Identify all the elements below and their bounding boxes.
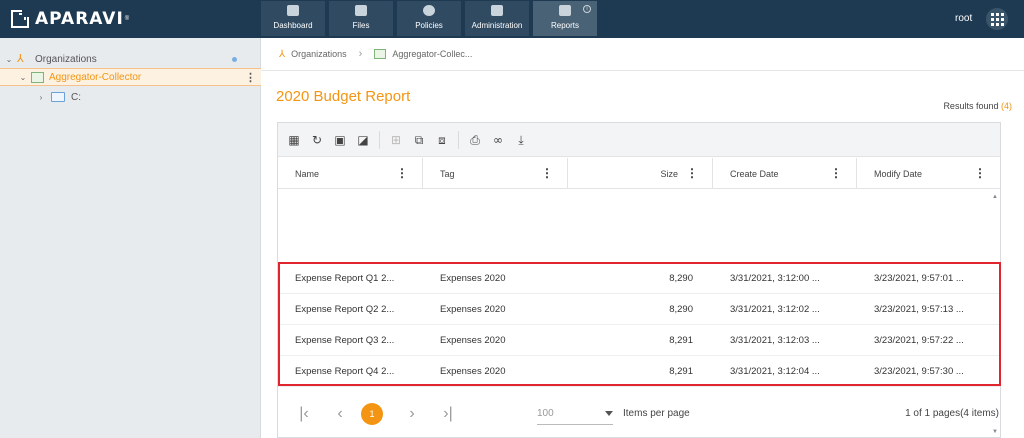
tab-label: Administration — [471, 21, 523, 30]
table-header: Name ⋮ Tag ⋮ Size ⋮ Create Date ⋮ Modify… — [278, 158, 1000, 189]
column-header-size[interactable]: Size ⋮ — [568, 158, 713, 189]
dashboard-icon — [287, 5, 299, 16]
column-menu-icon[interactable]: ⋮ — [541, 167, 553, 179]
tab-reports[interactable]: Reports i — [533, 1, 597, 36]
tab-dashboard[interactable]: Dashboard — [261, 1, 325, 36]
column-menu-icon[interactable]: ⋮ — [686, 167, 698, 179]
aggregator-icon — [31, 71, 44, 83]
print-icon[interactable]: ⎙ — [468, 133, 482, 147]
more-options-icon[interactable]: ⋮ — [245, 71, 256, 84]
first-page-icon[interactable]: |‹ — [297, 405, 311, 423]
column-header-modify-date[interactable]: Modify Date ⋮ — [857, 158, 1000, 189]
tree-item-label: Aggregator-Collector — [49, 71, 142, 83]
items-per-page-value: 100 — [537, 407, 554, 419]
toolbar-divider — [458, 130, 459, 149]
toolbar-divider — [379, 130, 380, 149]
page-info: 1 of 1 pages(4 items) — [905, 408, 999, 419]
breadcrumb: ⅄ Organizations › Aggregator-Collec... — [261, 38, 1024, 71]
page-title: 2020 Budget Report — [276, 88, 411, 105]
save-icon[interactable]: ▣ — [333, 133, 347, 147]
logo-mark-icon — [11, 9, 30, 28]
column-header-tag[interactable]: Tag ⋮ — [423, 158, 568, 189]
breadcrumb-item-aggregator[interactable]: Aggregator-Collec... — [392, 49, 472, 59]
info-icon[interactable]: i — [583, 5, 591, 13]
logo-text: APARAVI — [35, 9, 124, 29]
tab-label: Files — [352, 21, 370, 30]
tab-label: Policies — [415, 21, 443, 30]
save-as-icon[interactable]: ◪ — [356, 133, 370, 147]
results-label: Results found — [943, 101, 999, 111]
tree-item-aggregator-collector[interactable]: ⌄ Aggregator-Collector ⋮ — [0, 68, 261, 86]
top-bar: APARAVI ® Dashboard Files Policies Admin… — [0, 0, 1024, 38]
column-label: Name — [295, 168, 320, 179]
collapse-icon[interactable]: ⧈ — [435, 133, 449, 147]
organization-icon: ⅄ — [279, 48, 286, 60]
current-page[interactable]: 1 — [361, 402, 383, 425]
main-nav: Dashboard Files Policies Administration … — [261, 1, 597, 36]
column-label: Create Date — [730, 168, 779, 179]
column-header-create-date[interactable]: Create Date ⋮ — [713, 158, 857, 189]
columns-icon[interactable]: ⊞ — [389, 133, 403, 147]
items-per-page-select[interactable]: 100 — [537, 403, 613, 425]
refresh-icon[interactable]: ↻ — [310, 133, 324, 147]
dropdown-arrow-icon — [605, 410, 613, 416]
items-per-page-label: Items per page — [623, 408, 690, 419]
chevron-down-icon[interactable]: ⌄ — [18, 73, 28, 82]
report-content: 2020 Budget Report Results found (4) ▦ ↻… — [261, 71, 1024, 438]
folder-icon — [51, 92, 65, 102]
chevron-right-icon[interactable]: › — [36, 93, 46, 102]
grid-toolbar: ▦ ↻ ▣ ◪ ⊞ ⧉ ⧈ ⎙ ∞ ⤓ — [278, 123, 1000, 157]
tab-files[interactable]: Files — [329, 1, 393, 36]
chevron-right-icon: › — [358, 48, 363, 60]
gear-icon — [423, 5, 435, 16]
last-page-icon[interactable]: ›| — [441, 405, 455, 423]
column-label: Size — [660, 168, 678, 179]
highlight-box — [278, 262, 1001, 386]
apps-grid-icon[interactable] — [986, 8, 1008, 30]
tree-item-c-drive[interactable]: › C: — [0, 88, 261, 106]
tab-label: Reports — [550, 21, 579, 30]
organization-icon: ⅄ — [17, 53, 24, 65]
pagination: |‹ ‹ 1 › ›| 100 Items per page 1 of 1 pa… — [277, 389, 1001, 438]
sidebar-tree: ⌄ ⅄ Organizations ⌄ Aggregator-Collector… — [0, 38, 261, 438]
column-menu-icon[interactable]: ⋮ — [974, 167, 986, 179]
column-header-name[interactable]: Name ⋮ — [278, 158, 423, 189]
tab-label: Dashboard — [273, 21, 313, 30]
previous-page-icon[interactable]: ‹ — [333, 405, 347, 423]
results-count: (4) — [1001, 101, 1012, 111]
tree-item-label: C: — [71, 91, 81, 103]
tree-item-organizations[interactable]: ⌄ ⅄ Organizations — [0, 50, 261, 68]
breadcrumb-item-organizations[interactable]: Organizations — [291, 49, 347, 59]
user-name[interactable]: root — [955, 13, 972, 24]
column-menu-icon[interactable]: ⋮ — [830, 167, 842, 179]
tab-policies[interactable]: Policies — [397, 1, 461, 36]
scroll-up-icon[interactable]: ▲ — [992, 194, 998, 200]
tab-administration[interactable]: Administration — [465, 1, 529, 36]
column-label: Modify Date — [874, 168, 923, 179]
results-found: Results found (4) — [943, 101, 1012, 111]
logo-registered-mark: ® — [124, 16, 130, 22]
status-dot — [232, 57, 237, 62]
aggregator-icon — [374, 49, 387, 59]
download-icon[interactable]: ⤓ — [514, 133, 528, 147]
folder-icon — [355, 5, 367, 16]
table-view-icon[interactable]: ▦ — [287, 133, 301, 147]
tree-item-label: Organizations — [35, 53, 97, 65]
users-icon — [491, 5, 503, 16]
clipboard-icon — [559, 5, 571, 16]
column-label: Tag — [440, 168, 455, 179]
aparavi-logo[interactable]: APARAVI ® — [11, 9, 129, 29]
column-menu-icon[interactable]: ⋮ — [396, 167, 408, 179]
link-icon[interactable]: ∞ — [491, 133, 505, 147]
chevron-down-icon[interactable]: ⌄ — [4, 55, 14, 64]
expand-icon[interactable]: ⧉ — [412, 133, 426, 147]
next-page-icon[interactable]: › — [405, 405, 419, 423]
